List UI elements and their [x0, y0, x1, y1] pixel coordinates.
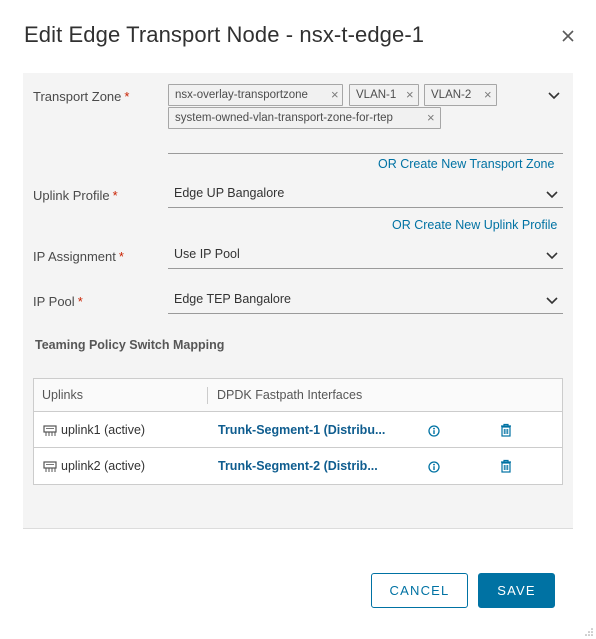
remove-tag-icon[interactable]: ×	[406, 85, 414, 105]
transport-zone-tag: nsx-overlay-transportzone ×	[168, 84, 343, 106]
chevron-down-icon	[546, 252, 558, 260]
remove-tag-icon[interactable]: ×	[427, 108, 435, 128]
column-header-uplinks: Uplinks	[42, 388, 83, 402]
table-header: Uplinks DPDK Fastpath Interfaces	[34, 379, 562, 412]
fastpath-interface-link[interactable]: Trunk-Segment-1 (Distribu...	[218, 423, 402, 437]
delete-icon[interactable]	[500, 423, 512, 437]
ip-pool-value: Edge TEP Bangalore	[174, 292, 291, 306]
tag-label: nsx-overlay-transportzone	[175, 89, 308, 101]
delete-icon[interactable]	[500, 459, 512, 473]
ip-assignment-value: Use IP Pool	[174, 247, 240, 261]
chevron-down-icon[interactable]	[548, 92, 560, 100]
create-uplink-profile-link[interactable]: OR Create New Uplink Profile	[392, 218, 557, 232]
create-transport-zone-link[interactable]: OR Create New Transport Zone	[378, 157, 554, 171]
resize-grip-icon[interactable]	[584, 627, 594, 637]
transport-zone-tag: VLAN-2 ×	[424, 84, 497, 106]
teaming-mapping-table: Uplinks DPDK Fastpath Interfaces uplink1…	[33, 378, 563, 485]
uplink-port-icon	[43, 425, 57, 436]
cancel-button[interactable]: CANCEL	[371, 573, 468, 608]
uplink-name: uplink1 (active)	[61, 423, 146, 437]
uplink-profile-label: Uplink Profile *	[33, 188, 118, 203]
table-row: uplink1 (active) Trunk-Segment-1 (Distri…	[34, 412, 562, 448]
tag-label: VLAN-1	[356, 89, 397, 101]
edit-edge-transport-node-dialog: Edit Edge Transport Node - nsx-t-edge-1 …	[0, 0, 596, 639]
form-panel: Transport Zone * nsx-overlay-transportzon…	[23, 73, 573, 529]
fastpath-interface-link[interactable]: Trunk-Segment-2 (Distrib...	[218, 459, 402, 473]
tag-label: system-owned-vlan-transport-zone-for-rte…	[175, 112, 393, 124]
teaming-policy-title: Teaming Policy Switch Mapping	[35, 338, 225, 352]
transport-zone-label: Transport Zone *	[33, 89, 130, 104]
uplink-profile-select[interactable]: Edge UP Bangalore	[168, 182, 563, 208]
ip-assignment-label: IP Assignment *	[33, 249, 124, 264]
transport-zone-tag: system-owned-vlan-transport-zone-for-rte…	[168, 107, 441, 129]
remove-tag-icon[interactable]: ×	[484, 85, 492, 105]
column-header-interfaces: DPDK Fastpath Interfaces	[217, 388, 363, 402]
tag-label: VLAN-2	[431, 89, 472, 101]
column-divider	[207, 387, 208, 404]
uplink-port-icon	[43, 461, 57, 472]
save-button[interactable]: SAVE	[478, 573, 555, 608]
chevron-down-icon	[546, 297, 558, 305]
dialog-title: Edit Edge Transport Node - nsx-t-edge-1	[24, 22, 425, 47]
info-icon[interactable]	[428, 461, 440, 473]
ip-pool-select[interactable]: Edge TEP Bangalore	[168, 288, 563, 314]
remove-tag-icon[interactable]: ×	[331, 85, 339, 105]
table-row: uplink2 (active) Trunk-Segment-2 (Distri…	[34, 448, 562, 484]
chevron-down-icon	[546, 191, 558, 199]
ip-assignment-select[interactable]: Use IP Pool	[168, 243, 563, 269]
uplink-profile-value: Edge UP Bangalore	[174, 186, 285, 200]
uplink-name: uplink2 (active)	[61, 459, 146, 473]
close-icon[interactable]	[559, 27, 577, 45]
info-icon[interactable]	[428, 425, 440, 437]
ip-pool-label: IP Pool *	[33, 294, 83, 309]
transport-zone-multiselect[interactable]: nsx-overlay-transportzone × VLAN-1 × VLA…	[168, 83, 563, 154]
transport-zone-tag: VLAN-1 ×	[349, 84, 419, 106]
